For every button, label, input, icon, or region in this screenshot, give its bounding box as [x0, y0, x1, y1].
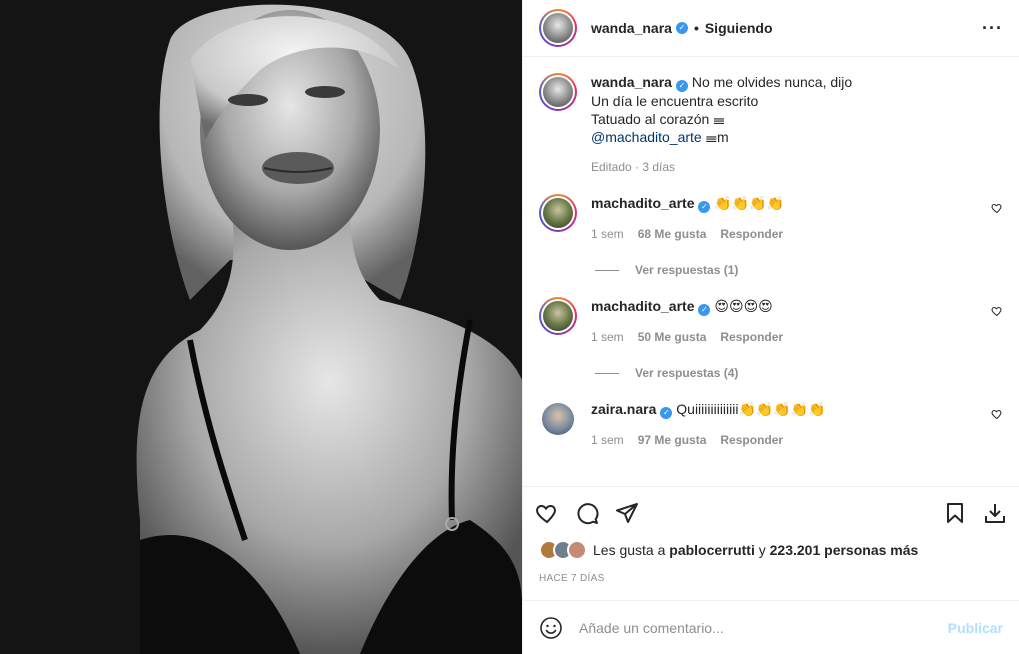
comment-likes[interactable]: 50 Me gusta	[638, 330, 707, 344]
comment-text: 👏👏👏👏	[714, 195, 785, 211]
verified-icon: ✓	[660, 407, 673, 419]
comment-avatar[interactable]	[542, 403, 574, 435]
view-replies-button[interactable]: Ver respuestas (4)	[595, 366, 1003, 380]
caption-mention-suffix: 𝍢m	[705, 129, 729, 145]
comment-text: 😍😍😍😍	[714, 298, 773, 314]
comment-text: Quiiiiiiiiiiiiii👏👏👏👏👏	[676, 401, 826, 417]
comment-input[interactable]	[579, 619, 948, 636]
caption-edited: Editado · 3 días	[591, 160, 676, 174]
add-comment-bar: Publicar	[523, 600, 1019, 654]
comment-avatar[interactable]	[539, 297, 577, 335]
caption-author[interactable]: wanda_nara	[591, 74, 672, 90]
verified-icon: ✓	[698, 201, 711, 213]
caption-line-3: Tatuado al corazón 𝍢	[591, 111, 725, 127]
post-details-panel: wanda_nara ✓ • Siguiendo ··· wanda_nara ✓…	[522, 0, 1019, 654]
portrait-image	[0, 0, 522, 654]
download-icon[interactable]	[983, 501, 1007, 525]
caption-mention[interactable]: @machadito_arte	[591, 129, 702, 145]
like-comment-heart-icon[interactable]	[991, 305, 1003, 317]
liker-avatars[interactable]	[539, 540, 587, 560]
reply-button[interactable]: Responder	[720, 433, 783, 447]
liker-username[interactable]: pablocerrutti	[669, 542, 755, 558]
likes-others[interactable]: 223.201 personas más	[770, 542, 919, 558]
author-avatar[interactable]	[539, 9, 577, 47]
publish-button[interactable]: Publicar	[948, 620, 1003, 636]
like-heart-icon[interactable]	[535, 501, 559, 525]
comment-icon[interactable]	[575, 501, 599, 525]
emoji-icon[interactable]	[539, 616, 563, 640]
like-comment-heart-icon[interactable]	[991, 202, 1003, 214]
verified-icon: ✓	[675, 22, 688, 34]
comment-likes[interactable]: 97 Me gusta	[638, 433, 707, 447]
post-actions-bar	[523, 486, 1019, 538]
comment-avatar[interactable]	[539, 194, 577, 232]
reply-button[interactable]: Responder	[720, 330, 783, 344]
verified-icon: ✓	[698, 304, 711, 316]
caption-avatar[interactable]	[539, 73, 577, 111]
likes-summary: Les gusta a pablocerrutti y 223.201 pers…	[539, 540, 1003, 560]
comment-author[interactable]: zaira.nara	[591, 401, 656, 417]
likes-joiner: y	[758, 542, 766, 558]
like-comment-heart-icon[interactable]	[991, 408, 1003, 420]
post-photo[interactable]	[0, 0, 522, 654]
comment-time[interactable]: 1 sem	[591, 330, 624, 344]
comment-time[interactable]: 1 sem	[591, 227, 624, 241]
caption: wanda_nara ✓ No me olvides nunca, dijo Un…	[539, 73, 1003, 174]
comment-time[interactable]: 1 sem	[591, 433, 624, 447]
caption-line-1: No me olvides nunca, dijo	[691, 74, 853, 90]
likes-prefix: Les gusta a	[593, 542, 666, 558]
comment-likes[interactable]: 68 Me gusta	[638, 227, 707, 241]
share-send-icon[interactable]	[615, 501, 639, 525]
bookmark-icon[interactable]	[943, 501, 967, 525]
following-button[interactable]: Siguiendo	[705, 20, 773, 36]
comment-item: machadito_arte ✓ 👏👏👏👏 1 sem 68 Me gusta Res…	[539, 194, 1003, 241]
view-replies-button[interactable]: Ver respuestas (1)	[595, 263, 1003, 277]
separator-dot: •	[693, 20, 699, 36]
caption-line-2: Un día le encuentra escrito	[591, 93, 759, 109]
comment-item: zaira.nara ✓ Quiiiiiiiiiiiiii👏👏👏👏👏 1 sem 9…	[539, 400, 1003, 447]
comments-section[interactable]: wanda_nara ✓ No me olvides nunca, dijo Un…	[523, 57, 1019, 485]
comment-author[interactable]: machadito_arte	[591, 195, 694, 211]
ellipsis-icon[interactable]: ···	[982, 18, 1003, 39]
comment-item: machadito_arte ✓ 😍😍😍😍 1 sem 50 Me gusta Res…	[539, 297, 1003, 344]
post-header: wanda_nara ✓ • Siguiendo ···	[523, 0, 1019, 57]
comment-author[interactable]: machadito_arte	[591, 298, 694, 314]
reply-button[interactable]: Responder	[720, 227, 783, 241]
author-username[interactable]: wanda_nara	[591, 20, 672, 36]
post-date[interactable]: HACE 7 DÍAS	[539, 573, 605, 584]
verified-icon: ✓	[675, 80, 688, 92]
